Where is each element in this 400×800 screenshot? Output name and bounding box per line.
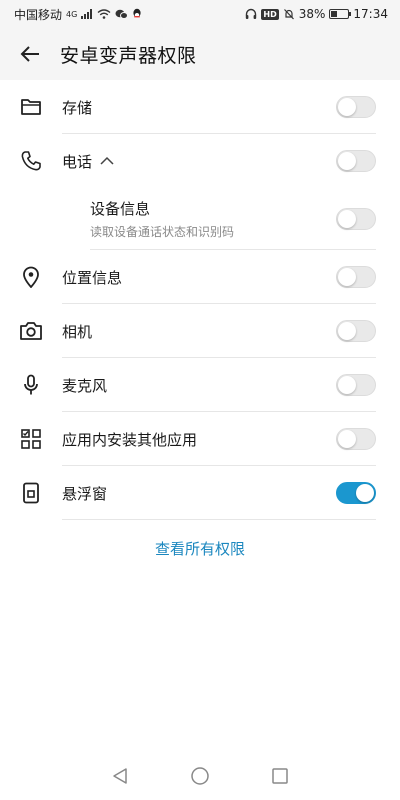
sub-permission-text: 设备信息 读取设备通话状态和识别码 [90,198,234,240]
battery-percent: 38% [298,7,326,21]
sub-permission-title: 设备信息 [90,200,151,218]
permission-row-phone[interactable]: 电话 [0,134,400,188]
sub-permission-description: 读取设备通话状态和识别码 [90,225,235,239]
nav-recents-button[interactable] [258,754,302,798]
muted-bell-icon [283,9,294,20]
permission-row-microphone[interactable]: 麦克风 [0,358,400,412]
floating-window-icon [18,480,44,506]
folder-icon [18,94,44,120]
permission-label: 存储 [62,98,93,117]
toggle-knob [338,322,356,340]
nav-home-icon [191,767,209,785]
clock: 17:34 [353,7,388,21]
toggle-knob [338,98,356,116]
system-nav-bar [0,752,400,800]
phone-toggle[interactable] [336,150,376,172]
chevron-up-icon[interactable] [100,156,114,166]
signal-icon [81,9,93,19]
permission-row-location[interactable]: 位置信息 [0,250,400,304]
battery-icon [329,9,352,19]
chat-app-icon [115,9,129,19]
network-type: 4G [66,9,78,19]
permission-row-camera[interactable]: 相机 [0,304,400,358]
headset-icon [246,8,257,19]
carrier-name: 中国移动 [14,7,63,22]
permission-row-floating-window[interactable]: 悬浮窗 [0,466,400,520]
wifi-icon [97,9,111,19]
permission-label: 麦克风 [62,376,108,395]
nav-recents-icon [272,768,288,784]
microphone-icon [18,372,44,398]
storage-toggle[interactable] [336,96,376,118]
toggle-knob [338,210,356,228]
toggle-knob [338,376,356,394]
install-apps-toggle[interactable] [336,428,376,450]
status-bar-left: 中国移动 4G [14,6,142,23]
phone-icon [18,148,44,174]
qq-icon [133,8,141,18]
hd-badge: HD [261,8,279,20]
status-bar: 中国移动 4G HD 38% 17:34 [0,0,400,28]
nav-back-button[interactable] [98,754,142,798]
permission-label: 应用内安装其他应用 [62,430,198,449]
permission-list: 存储 电话 设备信息 读取设备通话状态和识别码 位置信息 相机 麦克风 应用内安… [0,80,400,520]
toggle-knob [338,152,356,170]
battery-level [331,11,338,17]
floating-window-toggle[interactable] [336,482,376,504]
apps-install-icon [18,426,44,452]
page-title: 安卓变声器权限 [60,44,197,67]
permission-label-group: 电话 [62,151,114,172]
nav-home-button[interactable] [178,754,222,798]
divider [62,519,376,520]
camera-icon [18,318,44,344]
app-bar: 安卓变声器权限 [0,28,400,80]
nav-back-icon [113,768,127,784]
location-icon [18,264,44,290]
permission-row-device-info[interactable]: 设备信息 读取设备通话状态和识别码 [0,188,400,250]
microphone-toggle[interactable] [336,374,376,396]
camera-toggle[interactable] [336,320,376,342]
toggle-knob [338,430,356,448]
permission-row-storage[interactable]: 存储 [0,80,400,134]
permission-label: 电话 [62,152,93,171]
permission-row-install-apps[interactable]: 应用内安装其他应用 [0,412,400,466]
back-button[interactable] [0,28,60,80]
permission-label: 位置信息 [62,268,123,287]
location-toggle[interactable] [336,266,376,288]
permission-label: 悬浮窗 [62,484,108,503]
toggle-knob [338,268,356,286]
arrow-left-icon [20,46,39,62]
view-all-permissions-link[interactable]: 查看所有权限 [0,538,400,559]
permission-label: 相机 [62,322,93,341]
device-info-toggle[interactable] [336,208,376,230]
status-bar-right: HD 38% 17:34 [245,7,388,21]
toggle-knob [356,484,374,502]
